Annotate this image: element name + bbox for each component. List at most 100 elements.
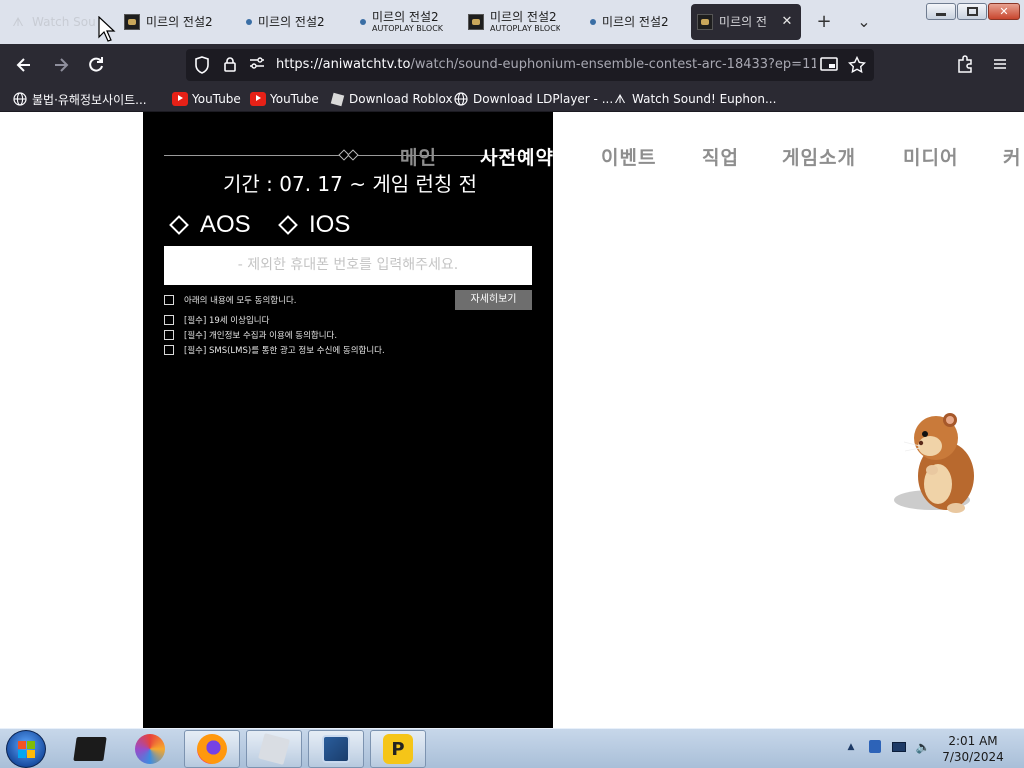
bookmark-item[interactable]: 불법·유해정보사이트... xyxy=(12,90,147,108)
nav-media[interactable]: 미디어 xyxy=(903,143,958,170)
nav-main[interactable]: 메인 xyxy=(400,143,437,170)
shield-icon[interactable] xyxy=(193,56,211,74)
bookmarks-toolbar: 불법·유해정보사이트... YouTube YouTube Download R… xyxy=(0,86,1024,112)
bookmark-label: YouTube xyxy=(192,92,241,106)
agreement-label: [필수] 19세 이상입니다 xyxy=(184,316,270,326)
agreement-checkbox[interactable] xyxy=(164,330,174,340)
new-tab-button[interactable]: + xyxy=(814,12,834,32)
globe-icon xyxy=(453,92,469,106)
lock-icon[interactable] xyxy=(221,56,239,74)
agree-all-checkbox[interactable] xyxy=(164,295,174,305)
bookmark-item[interactable]: ᗑ Watch Sound! Euphon... xyxy=(612,90,776,108)
bookmark-item[interactable]: YouTube xyxy=(172,90,241,108)
phone-number-input[interactable]: - 제외한 휴대폰 번호를 입력해주세요. xyxy=(164,246,532,285)
diamond-radio-icon xyxy=(169,215,189,235)
agreement-label: [필수] 개인정보 수집과 이용에 동의합니다. xyxy=(184,331,338,341)
system-clock[interactable]: 2:01 AM 7/30/2024 xyxy=(930,733,1016,765)
taskbar-app-active[interactable] xyxy=(184,730,240,768)
arrow-right-icon xyxy=(55,58,69,72)
taskbar-app[interactable]: P xyxy=(370,730,426,768)
taskbar-app[interactable] xyxy=(246,730,302,768)
tab-title: 미르의 전설2 xyxy=(258,15,325,29)
roblox-icon xyxy=(329,92,345,106)
bookmark-item[interactable]: Download LDPlayer - ... xyxy=(453,90,613,108)
aniwatch-favicon-icon: ᗑ xyxy=(12,14,24,29)
preregistration-panel xyxy=(143,112,553,728)
reload-button[interactable] xyxy=(85,55,107,75)
bookmark-label: 불법·유해정보사이트... xyxy=(32,92,147,107)
nav-game-intro[interactable]: 게임소개 xyxy=(782,143,856,170)
tab-title: 미르의 전 xyxy=(719,15,767,29)
diamond-radio-icon xyxy=(278,215,298,235)
bookmark-item[interactable]: YouTube xyxy=(250,90,319,108)
bookmark-item[interactable]: Download Roblox xyxy=(329,90,453,108)
tab-title: Watch Sou xyxy=(32,15,96,29)
tab-mir2-3[interactable]: 미르의 전설2 AUTOPLAY BLOCK xyxy=(350,4,454,40)
menu-button[interactable] xyxy=(989,55,1011,75)
extensions-button[interactable] xyxy=(954,55,976,75)
loading-dot-icon xyxy=(590,19,596,25)
close-icon: ✕ xyxy=(999,5,1009,18)
agreement-checkbox[interactable] xyxy=(164,315,174,325)
agreement-label: [필수] SMS(LMS)를 통한 광고 정보 수신에 동의합니다. xyxy=(184,346,385,356)
list-all-tabs-button[interactable]: ⌄ xyxy=(854,12,874,32)
event-period: 기간 : 07. 17 ~ 게임 런칭 전 xyxy=(223,172,478,196)
game-favicon-icon xyxy=(697,14,713,30)
monitor-icon[interactable] xyxy=(890,738,908,756)
loading-dot-icon xyxy=(246,19,252,25)
picture-in-picture-icon[interactable] xyxy=(820,56,838,74)
clock-date: 7/30/2024 xyxy=(942,750,1004,764)
taskbar-app[interactable] xyxy=(122,730,178,768)
restore-button[interactable] xyxy=(957,3,987,20)
clock-time: 2:01 AM xyxy=(948,734,998,748)
back-button[interactable] xyxy=(13,55,35,75)
tab-strip: ᗑ Watch Sou 미르의 전설2 미르의 전설2 미르의 전설2 AUTO… xyxy=(0,0,1024,44)
show-hidden-icons-icon[interactable]: ▲ xyxy=(842,738,860,756)
start-button[interactable] xyxy=(6,730,46,768)
tab-title: 미르의 전설2 xyxy=(372,10,439,24)
tray-app-icon[interactable] xyxy=(866,738,884,756)
bookmark-label: YouTube xyxy=(270,92,319,106)
page-viewport: 메인 사전예약 이벤트 직업 게임소개 미디어 커 기간 : 07. 17 ~ … xyxy=(0,112,1024,728)
forward-button[interactable] xyxy=(50,55,72,75)
navigation-toolbar: https://aniwatchtv.to/watch/sound-euphon… xyxy=(0,44,1024,86)
tab-mir2-4[interactable]: 미르의 전설2 AUTOPLAY BLOCK xyxy=(462,4,566,40)
puzzle-icon xyxy=(958,55,972,73)
tab-mir2-active[interactable]: 미르의 전 ✕ xyxy=(691,4,801,40)
nav-community[interactable]: 커 xyxy=(1003,143,1024,170)
os-label: IOS xyxy=(309,211,351,238)
nav-preregister[interactable]: 사전예약 xyxy=(480,143,553,170)
tab-mir2-1[interactable]: 미르의 전설2 xyxy=(118,4,230,40)
game-favicon-icon xyxy=(124,14,140,30)
tab-subtitle: AUTOPLAY BLOCK xyxy=(490,24,560,33)
taskbar-app[interactable] xyxy=(308,730,364,768)
close-tab-icon[interactable]: ✕ xyxy=(779,14,795,30)
agreement-checkbox[interactable] xyxy=(164,345,174,355)
os-option-ios[interactable]: IOS xyxy=(278,211,351,239)
tab-title: 미르의 전설2 xyxy=(490,10,557,24)
windows-taskbar: P ▲ 🔈 2:01 AM 7/30/2024 xyxy=(0,728,1024,768)
url-text[interactable]: https://aniwatchtv.to/watch/sound-euphon… xyxy=(276,57,816,72)
os-label: AOS xyxy=(200,211,251,238)
bookmark-star-icon[interactable] xyxy=(847,55,867,74)
terminal-icon xyxy=(73,737,107,761)
hamburger-menu-icon xyxy=(994,59,1006,69)
tab-watch-sound[interactable]: ᗑ Watch Sou xyxy=(4,4,112,40)
nav-class[interactable]: 직업 xyxy=(702,143,739,170)
minimize-button[interactable] xyxy=(926,3,956,20)
aniwatch-icon: ᗑ xyxy=(614,91,626,106)
site-permissions-icon[interactable] xyxy=(248,56,266,74)
reload-icon xyxy=(89,57,103,72)
browser-icon xyxy=(135,734,165,764)
bookmark-label: Download LDPlayer - ... xyxy=(473,92,614,106)
close-window-button[interactable]: ✕ xyxy=(988,3,1020,20)
tab-mir2-5[interactable]: 미르의 전설2 xyxy=(580,4,684,40)
nav-event[interactable]: 이벤트 xyxy=(601,143,656,170)
tab-mir2-2[interactable]: 미르의 전설2 xyxy=(236,4,342,40)
tab-subtitle: AUTOPLAY BLOCK xyxy=(372,24,444,33)
details-button[interactable]: 자세히보기 xyxy=(455,290,532,310)
agree-all-label: 아래의 내용에 모두 동의합니다. xyxy=(184,296,297,306)
os-option-aos[interactable]: AOS xyxy=(169,211,251,239)
taskbar-app[interactable] xyxy=(62,730,118,768)
url-bar[interactable]: https://aniwatchtv.to/watch/sound-euphon… xyxy=(186,49,874,81)
